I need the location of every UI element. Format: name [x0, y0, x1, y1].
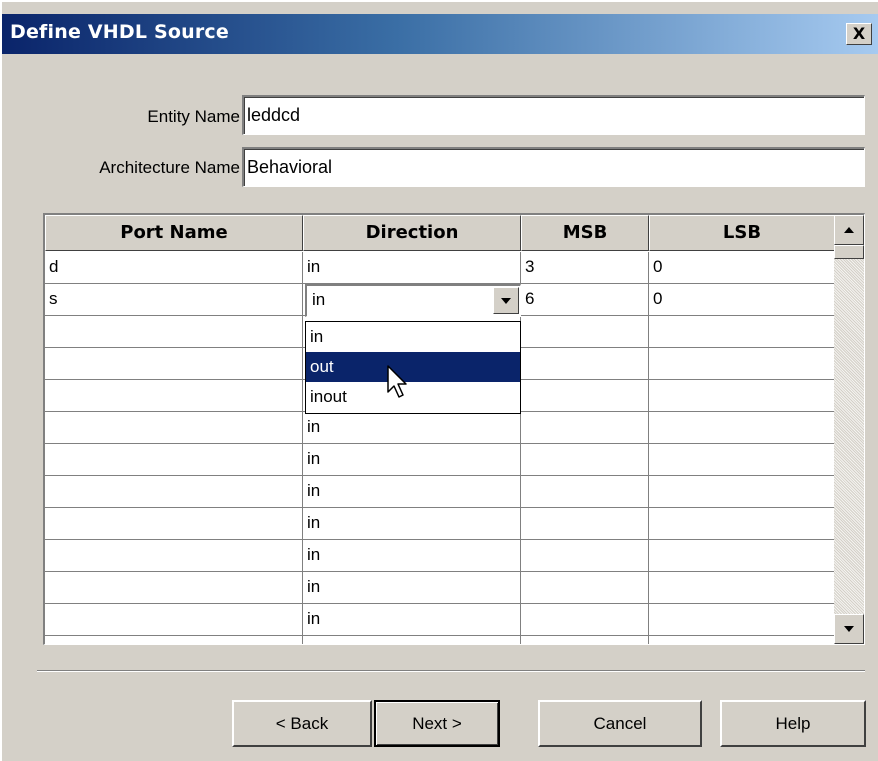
table-row: d in 3 0: [45, 252, 835, 284]
lsb-cell[interactable]: [649, 604, 835, 636]
header-msb[interactable]: MSB: [521, 215, 649, 251]
direction-cell[interactable]: in: [303, 412, 521, 444]
combo-dropdown-button[interactable]: [493, 287, 519, 314]
lsb-cell[interactable]: 0: [649, 252, 835, 284]
direction-cell[interactable]: in: [303, 444, 521, 476]
table-row: in: [45, 444, 835, 476]
msb-cell[interactable]: [521, 508, 649, 540]
port-name-cell[interactable]: [45, 316, 303, 348]
scroll-down-button[interactable]: [834, 614, 864, 644]
port-name-cell[interactable]: [45, 412, 303, 444]
direction-combo[interactable]: in: [305, 284, 521, 317]
architecture-name-input[interactable]: Behavioral: [242, 147, 865, 187]
table-row: [45, 636, 835, 644]
option-out[interactable]: out: [306, 352, 520, 382]
port-table: Port Name Direction MSB LSB d in 3 0 s 6…: [43, 213, 865, 645]
scroll-up-button[interactable]: [834, 215, 864, 245]
entity-name-label: Entity Name: [147, 107, 240, 126]
port-name-cell[interactable]: [45, 380, 303, 412]
close-button[interactable]: X: [846, 23, 872, 45]
table-row: in: [45, 540, 835, 572]
port-name-cell[interactable]: [45, 604, 303, 636]
define-vhdl-source-dialog: Define VHDL Source X Entity Name leddcd …: [0, 0, 878, 761]
port-name-cell[interactable]: s: [45, 284, 303, 316]
chevron-down-icon: [501, 297, 511, 304]
port-name-cell[interactable]: [45, 508, 303, 540]
mouse-pointer-icon: [387, 365, 407, 398]
msb-cell[interactable]: [521, 540, 649, 572]
dialog-title: Define VHDL Source: [10, 21, 229, 43]
msb-cell[interactable]: [521, 412, 649, 444]
cancel-button[interactable]: Cancel: [538, 700, 702, 747]
back-button[interactable]: < Back: [232, 700, 372, 747]
direction-cell[interactable]: in: [303, 508, 521, 540]
lsb-cell[interactable]: [649, 316, 835, 348]
port-name-cell[interactable]: [45, 572, 303, 604]
port-name-cell[interactable]: [45, 476, 303, 508]
msb-cell[interactable]: 3: [521, 252, 649, 284]
direction-cell[interactable]: in: [303, 540, 521, 572]
msb-cell[interactable]: [521, 444, 649, 476]
header-lsb[interactable]: LSB: [649, 215, 835, 251]
separator: [37, 670, 865, 672]
help-button[interactable]: Help: [720, 700, 866, 747]
lsb-cell[interactable]: [649, 508, 835, 540]
port-name-cell[interactable]: [45, 636, 303, 644]
scroll-thumb[interactable]: [834, 245, 864, 259]
direction-dropdown-list[interactable]: in out inout: [305, 321, 521, 414]
lsb-cell[interactable]: [649, 380, 835, 412]
direction-cell[interactable]: in: [303, 604, 521, 636]
direction-cell[interactable]: in: [303, 572, 521, 604]
direction-cell[interactable]: in: [303, 252, 521, 284]
entity-name-input[interactable]: leddcd: [242, 95, 865, 135]
port-name-cell[interactable]: [45, 444, 303, 476]
msb-cell[interactable]: [521, 316, 649, 348]
direction-cell[interactable]: in: [303, 476, 521, 508]
msb-cell[interactable]: [521, 572, 649, 604]
close-icon: X: [852, 24, 866, 43]
table-row: in: [45, 476, 835, 508]
title-bar[interactable]: Define VHDL Source X: [2, 14, 878, 54]
port-name-cell[interactable]: d: [45, 252, 303, 284]
lsb-cell[interactable]: [649, 412, 835, 444]
vertical-scrollbar[interactable]: [834, 215, 864, 644]
architecture-name-label: Architecture Name: [99, 158, 240, 177]
header-direction[interactable]: Direction: [303, 215, 521, 251]
msb-cell[interactable]: [521, 604, 649, 636]
lsb-cell[interactable]: [649, 348, 835, 380]
arrow-down-icon: [844, 626, 854, 632]
header-port-name[interactable]: Port Name: [45, 215, 303, 251]
table-row: in: [45, 412, 835, 444]
lsb-cell[interactable]: [649, 540, 835, 572]
lsb-cell[interactable]: [649, 636, 835, 644]
lsb-cell[interactable]: [649, 572, 835, 604]
table-row: in: [45, 604, 835, 636]
msb-cell[interactable]: 6: [521, 284, 649, 316]
lsb-cell[interactable]: 0: [649, 284, 835, 316]
next-button[interactable]: Next >: [374, 700, 500, 747]
msb-cell[interactable]: [521, 476, 649, 508]
msb-cell[interactable]: [521, 636, 649, 644]
port-name-cell[interactable]: [45, 540, 303, 572]
table-row: in: [45, 508, 835, 540]
arrow-up-icon: [844, 227, 854, 233]
lsb-cell[interactable]: [649, 476, 835, 508]
msb-cell[interactable]: [521, 380, 649, 412]
port-name-cell[interactable]: [45, 348, 303, 380]
msb-cell[interactable]: [521, 348, 649, 380]
direction-combo-value: in: [312, 290, 326, 309]
direction-cell[interactable]: [303, 636, 521, 644]
lsb-cell[interactable]: [649, 444, 835, 476]
table-row: in: [45, 572, 835, 604]
option-inout[interactable]: inout: [306, 382, 520, 412]
option-in[interactable]: in: [306, 322, 520, 352]
